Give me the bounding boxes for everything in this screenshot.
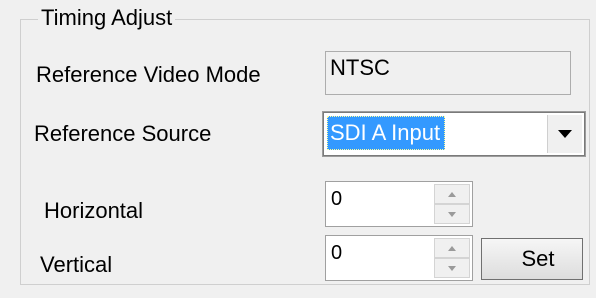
dropdown-button[interactable] — [547, 115, 582, 153]
horizontal-down-button[interactable] — [434, 204, 470, 224]
spin-up-icon — [448, 245, 456, 251]
vertical-label: Vertical — [40, 252, 113, 277]
spin-down-icon — [448, 265, 456, 271]
reference-video-mode-label: Reference Video Mode — [36, 62, 261, 87]
horizontal-label: Horizontal — [44, 198, 144, 223]
reference-source-label: Reference Source — [34, 121, 212, 146]
horizontal-spin-buttons — [434, 184, 470, 224]
spin-down-icon — [448, 211, 456, 217]
vertical-up-button[interactable] — [434, 238, 470, 258]
set-button[interactable]: Set — [481, 238, 583, 280]
horizontal-up-button[interactable] — [434, 184, 470, 204]
reference-source-selected-value: SDI A Input — [327, 116, 446, 150]
reference-source-select[interactable]: SDI A Input — [323, 112, 585, 156]
vertical-spin-buttons — [434, 238, 470, 278]
vertical-down-button[interactable] — [434, 258, 470, 278]
chevron-down-icon — [558, 130, 572, 138]
reference-video-mode-field: NTSC — [325, 51, 571, 95]
vertical-spinbox[interactable]: 0 — [325, 235, 473, 281]
vertical-value[interactable]: 0 — [331, 241, 342, 265]
set-button-label: Set — [521, 246, 555, 271]
horizontal-value[interactable]: 0 — [331, 187, 342, 211]
group-title: Timing Adjust — [38, 4, 176, 32]
horizontal-spinbox[interactable]: 0 — [325, 181, 473, 227]
spin-up-icon — [448, 191, 456, 197]
